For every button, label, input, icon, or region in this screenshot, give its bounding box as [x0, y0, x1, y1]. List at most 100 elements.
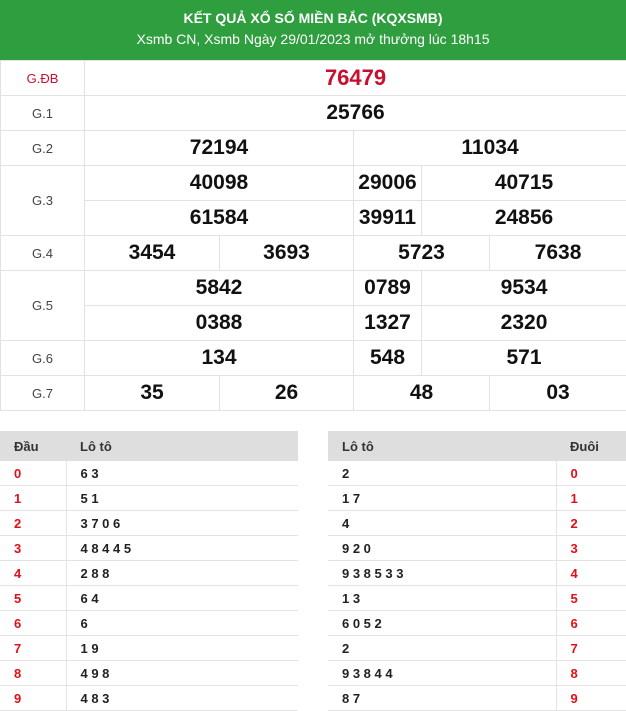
- dau-key: 0: [0, 461, 66, 486]
- prize-number: 9534: [420, 270, 626, 306]
- table-row: 27: [328, 635, 626, 661]
- dau-key: 7: [0, 635, 66, 661]
- prize-number: 2320: [420, 305, 626, 341]
- table-row: 9 2 03: [328, 535, 626, 561]
- prize-number: 26: [219, 375, 354, 411]
- dau-key: 4: [0, 560, 66, 586]
- table-row: 06 3: [0, 461, 298, 486]
- loto-values: 1 9: [65, 635, 298, 661]
- table-row: 23 7 0 6: [0, 510, 298, 536]
- loto-values: 9 3 8 4 4: [328, 660, 556, 686]
- prize-row-g7: G.7 35 26 48 03: [0, 375, 626, 411]
- prize-row-db: G.ĐB 76479: [0, 60, 626, 96]
- prize-label: G.7: [0, 375, 85, 411]
- table-row: 42: [328, 510, 626, 536]
- loto-section: Đầu Lô tô 06 315 123 7 0 634 8 4 4 542 8…: [0, 411, 626, 711]
- loto-values: 8 7: [328, 685, 556, 711]
- loto-values: 6 3: [65, 461, 298, 486]
- duoi-key: 9: [555, 685, 626, 711]
- table-row: 84 9 8: [0, 660, 298, 686]
- prize-number: 3693: [219, 235, 354, 271]
- loto-values: 2: [328, 461, 556, 486]
- dau-column-header: Đầu: [0, 431, 66, 461]
- prize-number: 76479: [83, 60, 626, 96]
- loto-values: 4: [328, 510, 556, 536]
- duoi-key: 7: [555, 635, 626, 661]
- prize-number: 3454: [84, 235, 220, 271]
- dau-key: 3: [0, 535, 66, 561]
- loto-values: 1 7: [328, 485, 556, 511]
- table-row: 42 8 8: [0, 560, 298, 586]
- prize-number: 134: [84, 340, 354, 376]
- prize-label: G.4: [0, 235, 85, 271]
- duoi-key: 3: [555, 535, 626, 561]
- prize-label: G.ĐB: [0, 60, 85, 96]
- dau-key: 9: [0, 685, 66, 711]
- prize-row-g3: G.3 40098 29006 40715: [0, 165, 626, 236]
- prize-row-g4: G.4 3454 3693 5723 7638: [0, 235, 626, 271]
- duoi-column-header: Đuôi: [556, 431, 626, 461]
- prize-number: 72194: [84, 130, 354, 166]
- prize-number: 5723: [353, 235, 490, 271]
- dau-key: 6: [0, 610, 66, 636]
- prize-label: G.1: [0, 95, 85, 131]
- prize-row-g3b: 61584 39911 24856: [1, 200, 626, 236]
- loto-values: 1 3: [328, 585, 556, 611]
- prize-row-g6: G.6 134 548 571: [0, 340, 626, 376]
- dau-key: 1: [0, 485, 66, 511]
- prize-label: G.6: [0, 340, 85, 376]
- prize-number: 61584: [84, 200, 354, 236]
- prize-label: G.5: [0, 270, 85, 341]
- table-row: 15 1: [0, 485, 298, 511]
- loto-values: 9 2 0: [328, 535, 556, 561]
- table-row: 20: [328, 461, 626, 486]
- prize-label: G.3: [0, 165, 85, 236]
- dau-key: 5: [0, 585, 66, 611]
- loto-values: 6: [65, 610, 298, 636]
- dau-table-body: 06 315 123 7 0 634 8 4 4 542 8 856 46671…: [0, 461, 298, 711]
- loto-values: 6 4: [65, 585, 298, 611]
- loto-values: 3 7 0 6: [65, 510, 298, 536]
- prize-number: 5842: [84, 270, 354, 306]
- prize-number: 0789: [353, 270, 422, 306]
- table-row: 66: [0, 610, 298, 636]
- dau-key: 8: [0, 660, 66, 686]
- loto-column-header: Lô tô: [66, 431, 298, 461]
- prize-number: 571: [420, 340, 626, 376]
- duoi-key: 8: [555, 660, 626, 686]
- prize-table: G.ĐB 76479 G.1 25766 G.2 72194 11034 G.3…: [0, 60, 626, 411]
- results-subtitle: Xsmb CN, Xsmb Ngày 29/01/2023 mở thưởng …: [136, 31, 490, 47]
- prize-row-g5: G.5 5842 0789 9534: [0, 270, 626, 341]
- prize-number: 25766: [83, 95, 626, 131]
- duoi-table-body: 201 71429 2 039 3 8 5 3 341 356 0 5 2627…: [328, 461, 626, 711]
- loto-values: 4 8 3: [65, 685, 298, 711]
- prize-number: 548: [353, 340, 422, 376]
- loto-values: 4 9 8: [65, 660, 298, 686]
- prize-number: 35: [84, 375, 220, 411]
- prize-number: 03: [488, 375, 626, 411]
- prize-row-g2: G.2 72194 11034: [0, 130, 626, 166]
- loto-values: 9 3 8 5 3 3: [328, 560, 556, 586]
- loto-column-header: Lô tô: [328, 431, 556, 461]
- loto-values: 2: [328, 635, 556, 661]
- prize-row-g5b: 0388 1327 2320: [1, 305, 626, 341]
- loto-values: 6 0 5 2: [328, 610, 556, 636]
- duoi-table: Lô tô Đuôi 201 71429 2 039 3 8 5 3 341 3…: [328, 431, 626, 711]
- dau-table: Đầu Lô tô 06 315 123 7 0 634 8 4 4 542 8…: [0, 431, 298, 711]
- table-row: 9 3 8 4 48: [328, 660, 626, 686]
- prize-number: 11034: [352, 130, 626, 166]
- table-row: 34 8 4 4 5: [0, 535, 298, 561]
- prize-number: 29006: [353, 165, 422, 201]
- prize-number: 1327: [353, 305, 422, 341]
- table-row: 6 0 5 26: [328, 610, 626, 636]
- table-row: 94 8 3: [0, 685, 298, 711]
- table-row: 56 4: [0, 585, 298, 611]
- table-row: 1 35: [328, 585, 626, 611]
- prize-number: 40098: [84, 165, 354, 201]
- prize-number: 0388: [84, 305, 354, 341]
- duoi-key: 1: [555, 485, 626, 511]
- prize-label: G.2: [0, 130, 85, 166]
- table-row: 8 79: [328, 685, 626, 711]
- table-row: 9 3 8 5 3 34: [328, 560, 626, 586]
- table-row: 1 71: [328, 485, 626, 511]
